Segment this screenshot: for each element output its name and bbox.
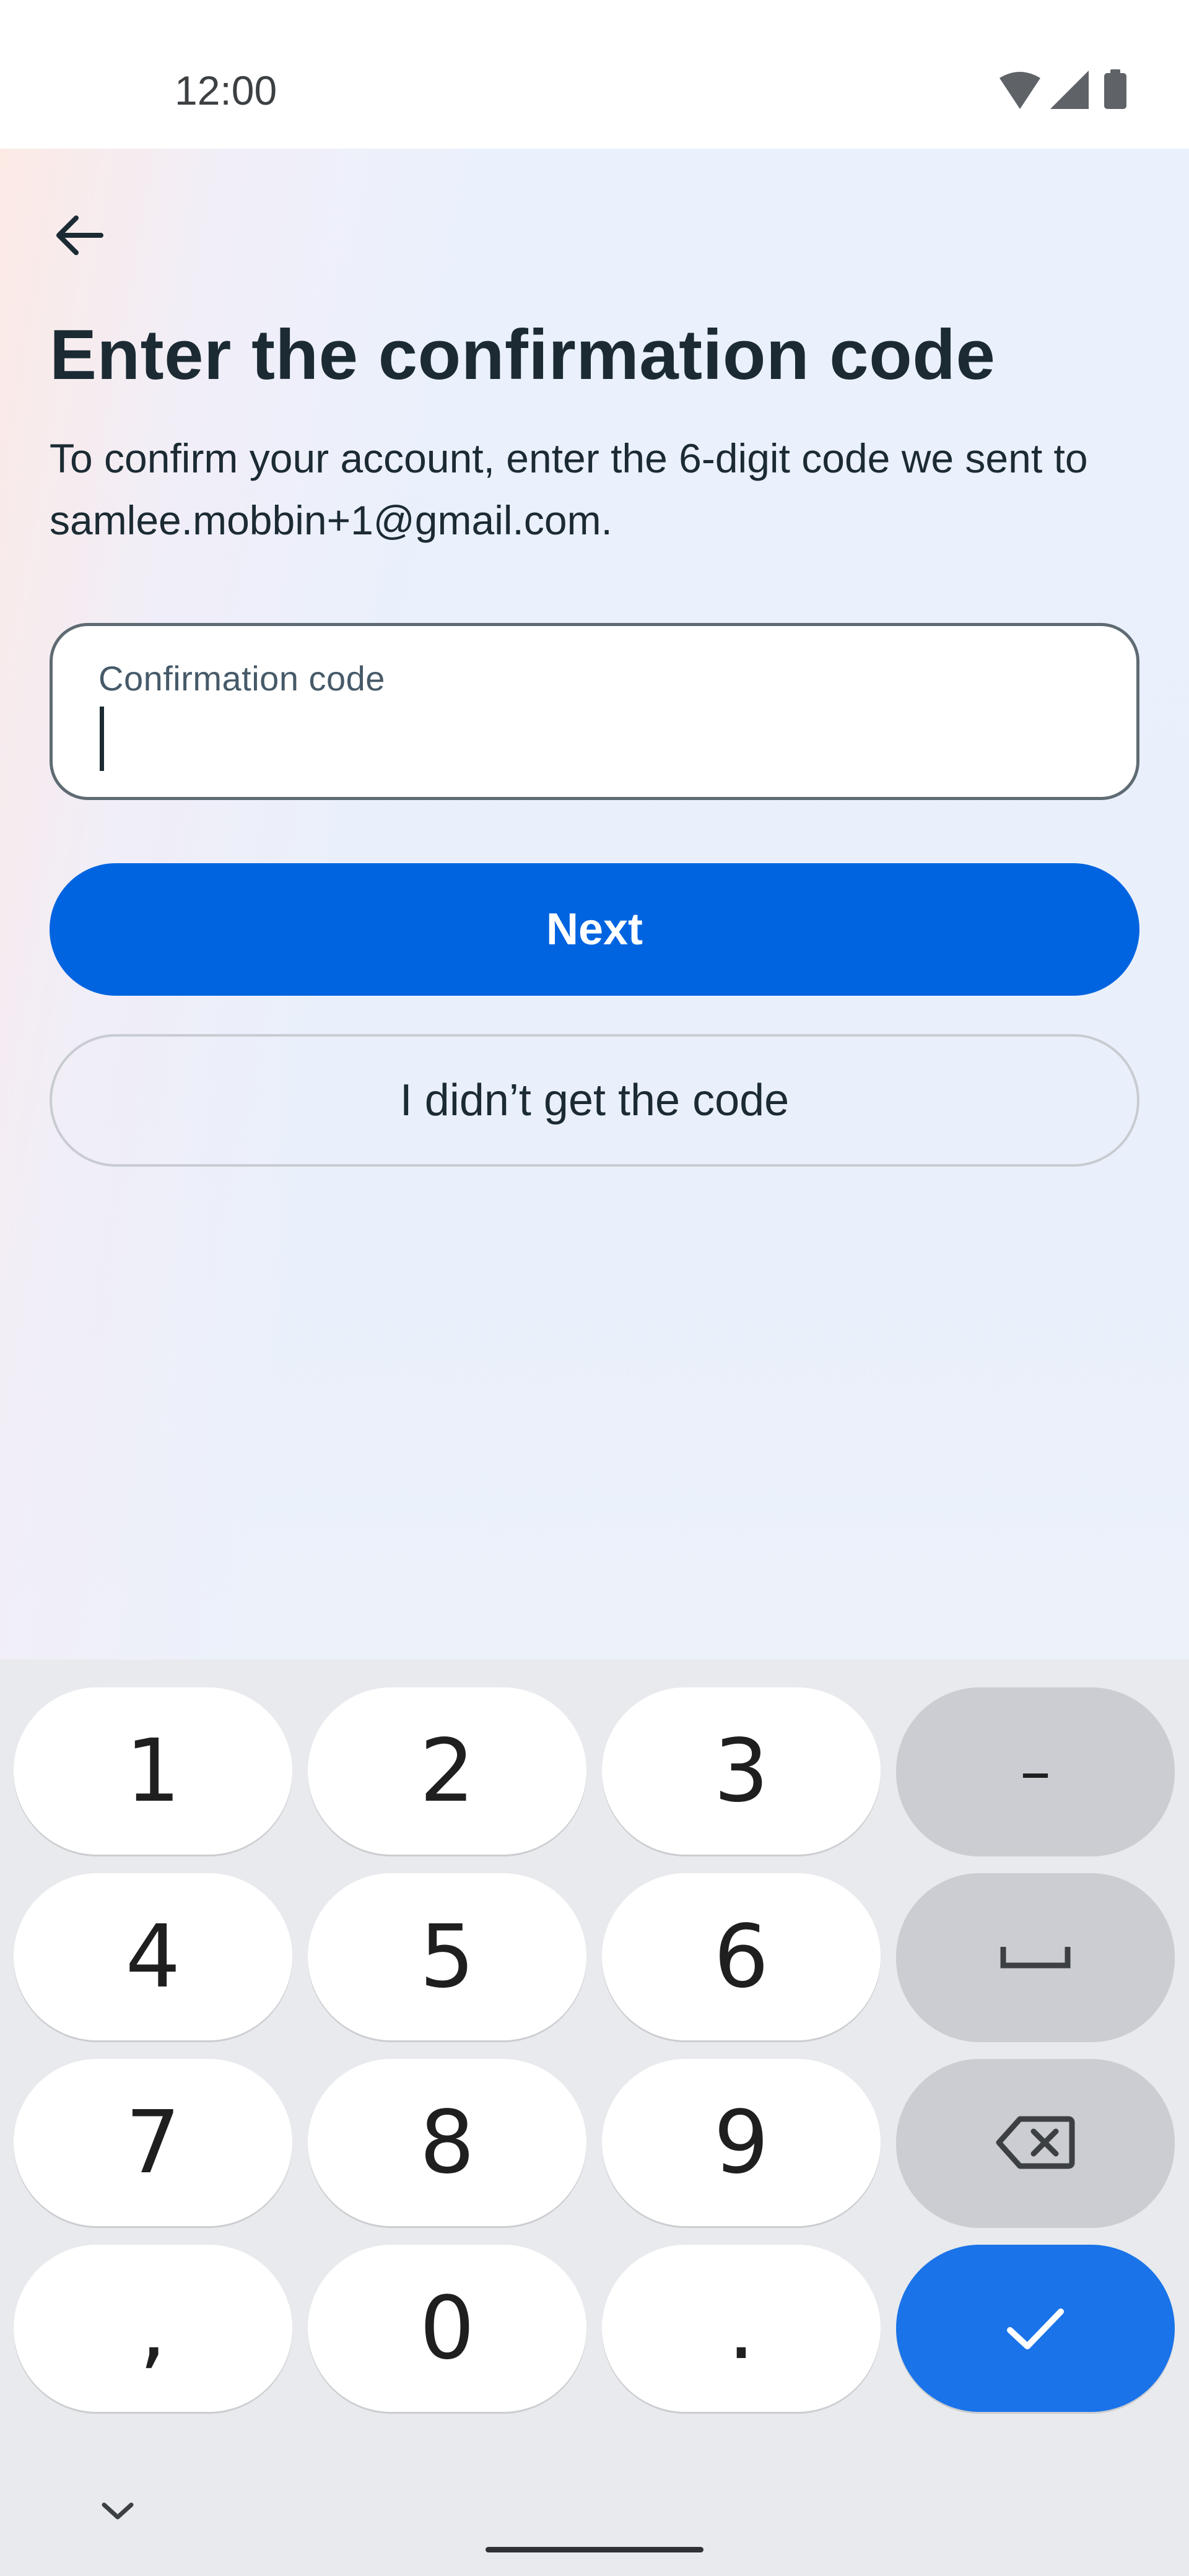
next-button[interactable]: Next (50, 863, 1139, 996)
confirmation-code-field[interactable]: Confirmation code (50, 623, 1139, 800)
didnt-get-code-button[interactable]: I didn’t get the code (50, 1034, 1139, 1167)
enter-key[interactable] (896, 2245, 1175, 2412)
back-button[interactable] (48, 204, 110, 266)
key-3[interactable]: 3 (602, 1687, 881, 1855)
arrow-left-icon (56, 215, 103, 255)
key-4[interactable]: 4 (14, 1873, 292, 2040)
key-period[interactable]: . (602, 2245, 881, 2412)
key-8[interactable]: 8 (308, 2059, 586, 2226)
hide-keyboard-button[interactable] (93, 2489, 142, 2533)
backspace-key[interactable] (896, 2059, 1175, 2226)
cellular-signal-icon (1050, 71, 1089, 109)
key-6[interactable]: 6 (602, 1873, 881, 2040)
key-dash[interactable]: – (896, 1687, 1175, 1855)
page-description: To confirm your account, enter the 6-dig… (50, 435, 1088, 543)
key-0[interactable]: 0 (308, 2245, 586, 2412)
app-content: Enter the confirmation code To confirm y… (0, 149, 1189, 1660)
checkmark-icon (1007, 2308, 1064, 2349)
backspace-icon (996, 2116, 1075, 2169)
space-key[interactable] (896, 1873, 1175, 2040)
status-time: 12:00 (175, 67, 277, 113)
page-title: Enter the confirmation code (50, 316, 996, 394)
key-2[interactable]: 2 (308, 1687, 586, 1855)
space-icon (1000, 1947, 1071, 1969)
key-5[interactable]: 5 (308, 1873, 586, 2040)
wifi-icon (1000, 72, 1040, 109)
status-bar: 12:00 (0, 0, 1189, 149)
key-1[interactable]: 1 (14, 1687, 292, 1855)
text-cursor (100, 707, 104, 771)
numeric-keyboard: 1 2 3 – 4 5 6 7 8 9 , 0 . (0, 1660, 1189, 2576)
confirmation-code-label: Confirmation code (98, 659, 385, 698)
key-9[interactable]: 9 (602, 2059, 881, 2226)
battery-icon (1104, 69, 1126, 109)
key-comma[interactable]: , (14, 2245, 292, 2412)
status-icons (997, 68, 1139, 111)
key-7[interactable]: 7 (14, 2059, 292, 2226)
home-indicator[interactable] (486, 2547, 703, 2552)
chevron-down-icon (102, 2502, 134, 2520)
confirmation-code-input[interactable] (98, 700, 1089, 768)
